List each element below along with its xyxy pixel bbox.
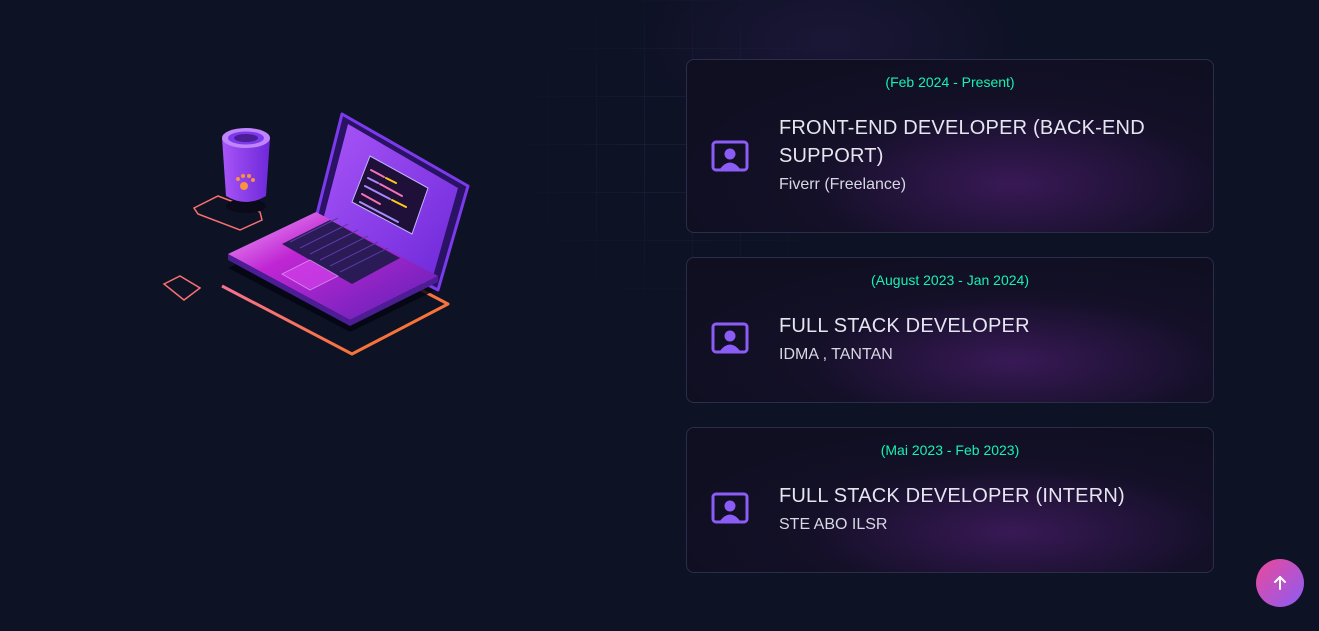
- experience-company: Fiverr (Freelance): [779, 176, 907, 193]
- experience-company: IDMA , TANTAN: [779, 346, 893, 363]
- user-square-icon: [711, 492, 749, 524]
- user-square-icon: [711, 322, 749, 354]
- experience-card: (August 2023 - Jan 2024) FULL STACK DEVE…: [686, 257, 1214, 403]
- experience-period: (August 2023 - Jan 2024): [871, 272, 1029, 288]
- experience-company: STE ABO ILSR: [779, 516, 888, 533]
- experience-card: (Feb 2024 - Present) FRONT-END DEVELOPER…: [686, 59, 1214, 233]
- user-square-icon: [711, 140, 749, 172]
- arrow-up-icon: [1274, 576, 1286, 590]
- experience-period: (Feb 2024 - Present): [885, 74, 1015, 90]
- experience-title: FULL STACK DEVELOPER: [779, 315, 1030, 337]
- experience-section: (Feb 2024 - Present) FRONT-END DEVELOPER…: [0, 0, 1319, 631]
- experience-period: (Mai 2023 - Feb 2023): [880, 442, 1020, 458]
- experience-card: (Mai 2023 - Feb 2023) FULL STACK DEVELOP…: [686, 427, 1214, 573]
- experience-title: FULL STACK DEVELOPER (INTERN): [779, 485, 1125, 507]
- laptop-coffee-illustration: [162, 112, 470, 356]
- scroll-to-top-button[interactable]: [1256, 559, 1304, 607]
- experience-content: FRONT-END DEVELOPER (BACK-END SUPPORT) F…: [779, 114, 1193, 194]
- experience-content: FULL STACK DEVELOPER (INTERN) STE ABO IL…: [779, 482, 1193, 534]
- experience-content: FULL STACK DEVELOPER IDMA , TANTAN: [779, 312, 1193, 364]
- experience-title: FRONT-END DEVELOPER (BACK-END SUPPORT): [779, 117, 1145, 167]
- experience-list: (Feb 2024 - Present) FRONT-END DEVELOPER…: [686, 59, 1214, 597]
